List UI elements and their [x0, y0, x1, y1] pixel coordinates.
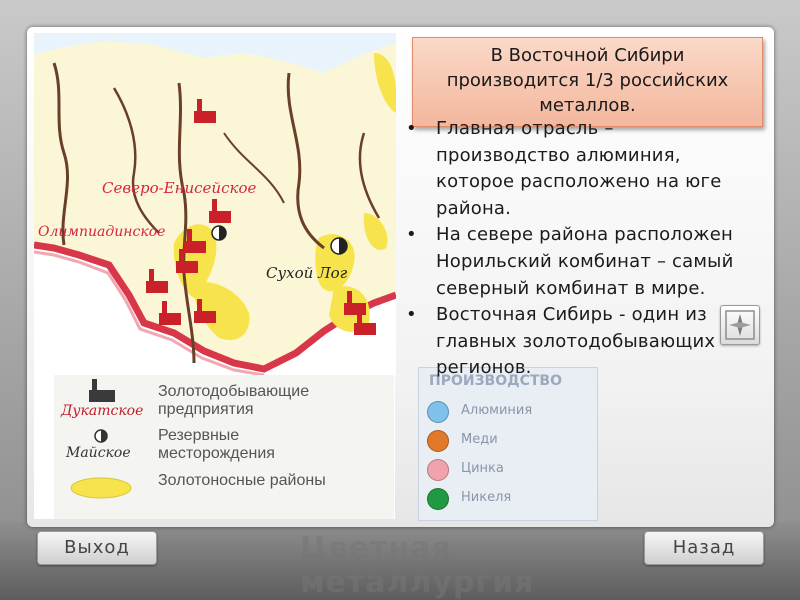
exit-button[interactable]: Выход [37, 531, 157, 565]
bullet-item: • На севере района расположен Норильский… [404, 222, 749, 302]
legend-text-gold-enterprises: Золотодобывающие предприятия [158, 383, 310, 418]
compass-icon [725, 310, 755, 340]
color-dot-icon [427, 401, 449, 423]
gold-area-icon [70, 477, 132, 499]
legend-text-gold-areas: Золотоносные районы [158, 472, 326, 489]
map-label-sukhoy-log: Сухой Лог [266, 264, 348, 282]
production-legend: ПРОИЗВОДСТВО Алюминия Меди Цинка Никеля [418, 367, 598, 521]
bullet-item: • Главная отрасль – производство алюмини… [404, 116, 749, 222]
back-button[interactable]: Назад [644, 531, 764, 565]
legend-text-reserve-deposits: Резервные месторождения [158, 427, 275, 462]
slide-title: В Восточной Сибири производится 1/3 росс… [446, 45, 729, 116]
watermark-text: Цветная металлургия [300, 531, 535, 600]
legend-place-dukatskoe: Дукатское [61, 403, 144, 419]
color-dot-icon [427, 459, 449, 481]
legend-item-gold-enterprises: Дукатское Золотодобывающие предприятия [54, 377, 394, 423]
map-legend: Дукатское Золотодобывающие предприятия М… [34, 375, 395, 519]
bullet-icon: • [406, 118, 417, 139]
color-dot-icon [427, 430, 449, 452]
title-callout: В Восточной Сибири производится 1/3 росс… [412, 37, 763, 127]
compass-button[interactable] [720, 305, 760, 345]
bullet-icon: • [406, 304, 417, 326]
bullet-list: • Главная отрасль – производство алюмини… [404, 116, 749, 382]
bullet-text: На севере района расположен Норильский к… [436, 224, 734, 299]
gold-mining-map: Северо-Енисейское Олимпиадинское Сухой Л… [34, 33, 396, 376]
bullet-item: • Восточная Сибирь - один из главных зол… [404, 302, 749, 382]
legend-place-mayskoe: Майское [66, 445, 131, 461]
color-dot-icon [427, 488, 449, 510]
bullet-text: Восточная Сибирь - один из главных золот… [436, 304, 716, 379]
legend-item-gold-areas: Золотоносные районы [54, 470, 394, 516]
legend-item-reserve-deposits: Майское Резервные месторождения [54, 425, 394, 471]
map-label-severo-eniseyskoe: Северо-Енисейское [102, 179, 256, 197]
bullet-icon: • [406, 224, 417, 246]
bullet-text: Главная отрасль – производство алюминия,… [436, 118, 722, 219]
map-label-olimpiadinskoe: Олимпиадинское [38, 224, 165, 240]
